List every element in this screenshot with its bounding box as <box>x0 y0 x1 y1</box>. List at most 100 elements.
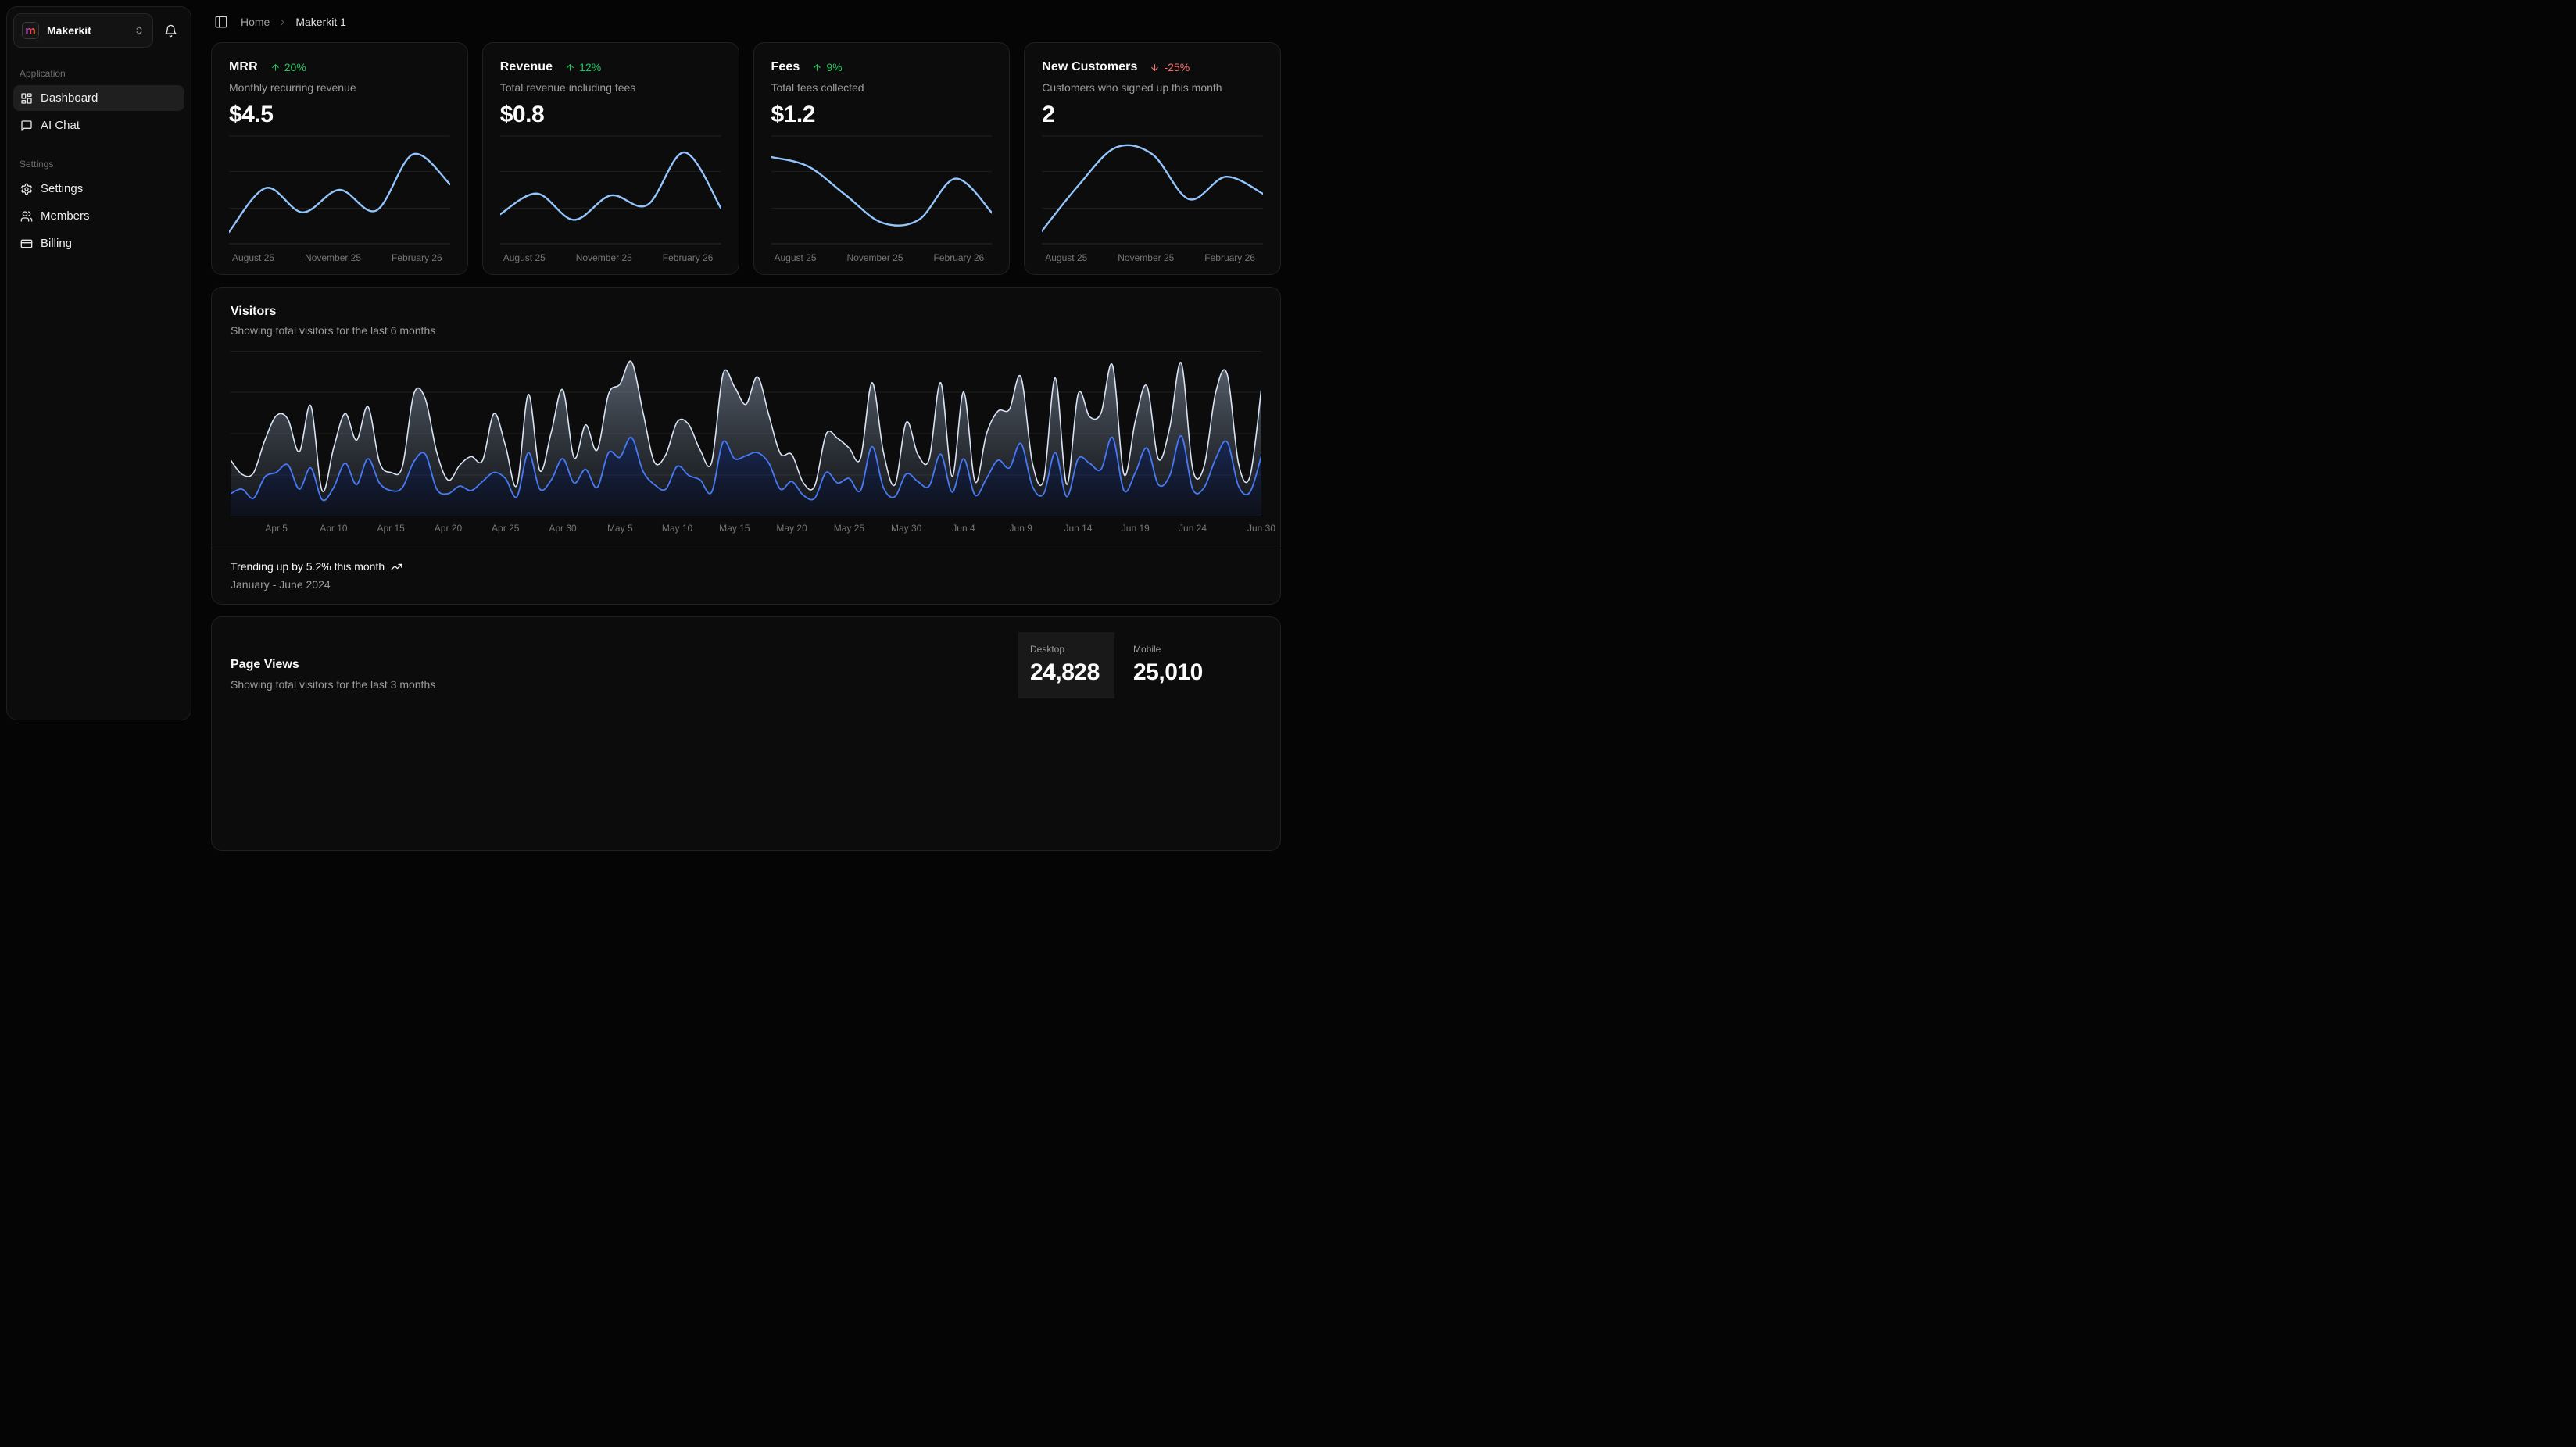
bell-icon <box>164 24 177 38</box>
axis-tick: November 25 <box>847 252 903 263</box>
sidebar-nav-application: Dashboard AI Chat <box>13 85 184 138</box>
page-views-card: Page Views Showing total visitors for th… <box>211 616 1281 851</box>
axis-tick: May 20 <box>776 523 807 534</box>
axis-tick: February 26 <box>934 252 985 263</box>
axis-tick: February 26 <box>392 252 442 263</box>
axis-tick: May 10 <box>662 523 692 534</box>
axis-tick: Jun 19 <box>1122 523 1150 534</box>
sparkline-chart <box>1042 135 1263 245</box>
axis-tick: August 25 <box>775 252 817 263</box>
makerkit-logo: m <box>22 22 39 39</box>
trend-badge: 20% <box>270 61 306 73</box>
stat-card-value: $0.8 <box>500 102 721 128</box>
axis-tick: November 25 <box>1118 252 1174 263</box>
axis-tick: August 25 <box>503 252 546 263</box>
toggle-desktop[interactable]: Desktop 24,828 <box>1018 632 1114 698</box>
topbar: Home Makerkit 1 <box>211 8 1281 36</box>
stat-cards-row: MRR 20% Monthly recurring revenue $4.5 A… <box>211 42 1281 275</box>
toggle-mobile[interactable]: Mobile 25,010 <box>1114 632 1231 698</box>
sparkline-axis: August 25 November 25 February 26 <box>500 252 721 263</box>
axis-tick: Jun 24 <box>1179 523 1207 534</box>
sparkline-chart <box>771 135 993 245</box>
sidebar-item-label: Settings <box>41 182 83 195</box>
sidebar-item-members[interactable]: Members <box>13 203 184 229</box>
stat-card-value: $4.5 <box>229 102 450 128</box>
trend-value: 20% <box>284 61 306 73</box>
axis-tick: May 5 <box>607 523 633 534</box>
axis-tick: Jun 4 <box>952 523 975 534</box>
axis-tick: May 15 <box>719 523 750 534</box>
sidebar-group-settings: Settings Settings Members Billing <box>13 159 184 256</box>
axis-tick: Jun 30 <box>1247 523 1275 534</box>
stat-card-new-customers: New Customers -25% Customers who signed … <box>1024 42 1281 275</box>
panel-left-icon <box>214 15 228 29</box>
sidebar-item-label: AI Chat <box>41 119 80 132</box>
axis-tick: August 25 <box>232 252 274 263</box>
axis-tick: Apr 20 <box>435 523 462 534</box>
arrow-up-icon <box>270 63 281 73</box>
trend-badge: 12% <box>565 61 601 73</box>
trend-value: -25% <box>1164 61 1190 73</box>
breadcrumb: Home Makerkit 1 <box>241 16 346 28</box>
layout-dashboard-icon <box>20 92 33 105</box>
sidebar-item-label: Members <box>41 209 90 223</box>
axis-tick: May 25 <box>834 523 864 534</box>
chevrons-up-down-icon <box>134 25 145 36</box>
sparkline-chart <box>229 135 450 245</box>
makerkit-logo-letter: m <box>25 25 35 37</box>
arrow-up-icon <box>565 63 575 73</box>
stat-card-title: Revenue <box>500 60 553 74</box>
sidebar-item-billing[interactable]: Billing <box>13 230 184 256</box>
toggle-value: 25,010 <box>1133 659 1220 687</box>
sidebar-group-label: Application <box>13 68 184 79</box>
users-icon <box>20 210 33 223</box>
stat-card-mrr: MRR 20% Monthly recurring revenue $4.5 A… <box>211 42 468 275</box>
trend-badge: 9% <box>812 61 842 73</box>
breadcrumb-home[interactable]: Home <box>241 16 270 28</box>
stat-card-value: 2 <box>1042 102 1263 128</box>
arrow-up-icon <box>812 63 822 73</box>
chevron-right-icon <box>277 17 288 27</box>
sidebar-item-label: Billing <box>41 237 72 250</box>
sparkline-chart <box>500 135 721 245</box>
stat-card-title: Fees <box>771 60 800 74</box>
sidebar-item-settings[interactable]: Settings <box>13 176 184 202</box>
stat-card-description: Total fees collected <box>771 81 993 94</box>
axis-tick: Apr 10 <box>320 523 347 534</box>
page-views-series-toggles: Desktop 24,828 Mobile 25,010 <box>1018 632 1231 698</box>
sparkline-axis: August 25 November 25 February 26 <box>771 252 993 263</box>
trending-up-icon <box>391 561 402 573</box>
stat-card-value: $1.2 <box>771 102 993 128</box>
stat-card-description: Total revenue including fees <box>500 81 721 94</box>
main-content: Home Makerkit 1 MRR 20% Monthly recurrin… <box>198 0 1288 724</box>
toggle-value: 24,828 <box>1030 659 1103 687</box>
visitors-trend-text: Trending up by 5.2% this month <box>231 560 385 573</box>
sidebar-item-dashboard[interactable]: Dashboard <box>13 85 184 111</box>
breadcrumb-current: Makerkit 1 <box>295 16 346 28</box>
trend-value: 12% <box>579 61 601 73</box>
sidebar-item-ai-chat[interactable]: AI Chat <box>13 113 184 138</box>
visitors-card: Visitors Showing total visitors for the … <box>211 287 1281 605</box>
visitors-footer: Trending up by 5.2% this month January -… <box>212 548 1280 604</box>
stat-card-revenue: Revenue 12% Total revenue including fees… <box>482 42 739 275</box>
arrow-down-icon <box>1150 63 1160 73</box>
team-switcher[interactable]: m Makerkit <box>13 13 153 48</box>
sidebar-toggle-button[interactable] <box>211 12 231 32</box>
axis-tick: Apr 5 <box>265 523 288 534</box>
sidebar-group-label: Settings <box>13 159 184 170</box>
notifications-button[interactable] <box>156 16 184 45</box>
sidebar-item-label: Dashboard <box>41 91 98 105</box>
stat-card-title: MRR <box>229 60 258 74</box>
axis-tick: Apr 30 <box>549 523 576 534</box>
visitors-area-chart <box>231 351 1261 516</box>
toggle-label: Desktop <box>1030 644 1103 655</box>
axis-tick: November 25 <box>305 252 361 263</box>
axis-tick: February 26 <box>663 252 714 263</box>
gear-icon <box>20 183 33 195</box>
sidebar: m Makerkit Application Dashboard AI Chat <box>6 6 191 720</box>
axis-tick: February 26 <box>1204 252 1255 263</box>
toggle-label: Mobile <box>1133 644 1220 655</box>
sidebar-nav-settings: Settings Members Billing <box>13 176 184 256</box>
sidebar-header: m Makerkit <box>13 13 184 48</box>
visitors-chart <box>212 337 1280 516</box>
